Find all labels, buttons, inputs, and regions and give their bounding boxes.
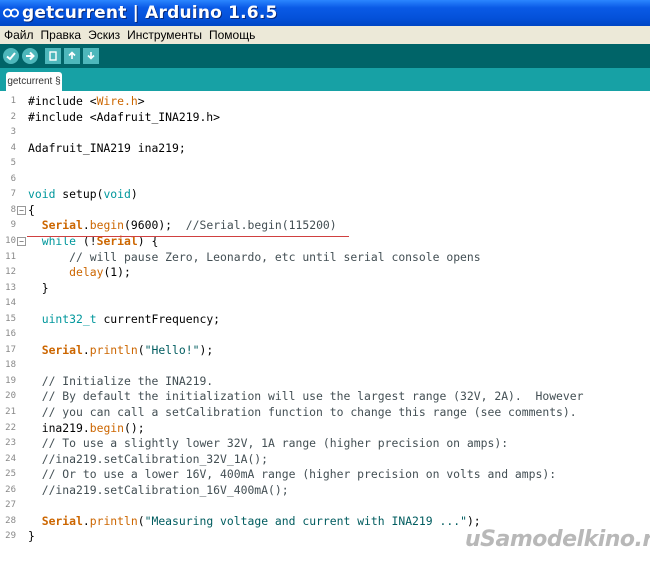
code-line[interactable]: 19 // Initialize the INA219. [0,373,650,389]
code-line[interactable]: 23 // To use a slightly lower 32V, 1A ra… [0,435,650,451]
code-text: #include <Adafruit_INA219.h> [28,109,221,124]
code-text: Serial.begin(9600); //Serial.begin(11520… [41,218,337,233]
code-text: // Initialize the INA219. [41,373,214,388]
code-line[interactable]: 2 #include <Adafruit_INA219.h> [0,109,650,125]
code-line[interactable]: 18 [0,357,650,373]
arduino-logo-icon [3,5,19,21]
code-text: Serial.println("Measuring voltage and cu… [41,513,481,528]
menu-help[interactable]: Помощь [205,28,258,42]
line-number: 9 [10,220,16,231]
code-line[interactable]: 20 // By default the initialization will… [0,388,650,404]
line-number: 27 [5,500,16,511]
code-text: // you can call a setCalibration functio… [41,405,577,419]
line-number: 5 [10,158,16,169]
line-number: 23 [5,438,16,449]
code-editor[interactable]: 1 #include <Wire.h> 2 #include <Adafruit_IN… [0,91,650,569]
fold-toggle-icon[interactable]: − [17,236,26,246]
code-text: //ina219.setCalibration_32V_1A(); [41,451,269,466]
line-number: 2 [10,111,16,122]
line-number: 17 [5,344,16,355]
line-number: 15 [5,313,16,324]
code-line[interactable]: 25 // Or to use a lower 16V, 400mA range… [0,466,650,482]
line-number: 18 [5,360,16,371]
code-line[interactable]: 8−{ [0,202,650,218]
menu-bar: Файл Правка Эскиз Инструменты Помощь [0,26,650,44]
new-icon[interactable] [45,48,61,64]
code-line[interactable]: 6 [0,171,650,187]
code-line[interactable]: 5 [0,155,650,171]
line-number: 29 [5,531,16,542]
code-text: } [28,280,49,295]
title-bar: getcurrent | Arduino 1.6.5 [0,0,650,26]
line-number: 1 [10,96,16,106]
line-number: 28 [5,515,16,526]
line-number: 3 [10,127,16,138]
line-number: 21 [5,407,16,417]
code-line[interactable]: 9 Serial.begin(9600); //Serial.begin(115… [0,217,650,233]
code-line[interactable]: 3 [0,124,650,140]
watermark: uSamodelkino.ru [465,527,650,552]
menu-edit[interactable]: Правка [37,28,85,42]
line-number: 12 [5,267,16,278]
code-text: //ina219.setCalibration_16V_400mA(); [41,482,289,497]
code-text: // To use a slightly lower 32V, 1A range… [41,436,509,451]
menu-file[interactable]: Файл [0,28,37,42]
toolbar [0,44,650,68]
fold-toggle-icon[interactable]: − [17,205,26,215]
code-line[interactable]: 15 uint32_t currentFrequency; [0,311,650,327]
open-icon[interactable] [64,48,80,64]
code-line[interactable]: 13 } [0,280,650,296]
code-text: #include <Wire.h> [28,94,145,108]
code-line[interactable]: 11 // will pause Zero, Leonardo, etc unt… [0,249,650,265]
code-text: Serial.println("Hello!"); [41,342,214,357]
code-line[interactable]: 24 //ina219.setCalibration_32V_1A(); [0,451,650,467]
tab-getcurrent[interactable]: getcurrent § [6,72,62,91]
code-text: } [28,529,35,544]
code-line[interactable]: 1 #include <Wire.h> [0,93,650,109]
save-icon[interactable] [83,48,99,64]
code-line[interactable]: 12 delay(1); [0,264,650,280]
menu-tools[interactable]: Инструменты [123,28,205,42]
window-title: getcurrent | Arduino 1.6.5 [22,3,278,23]
code-text: void setup(void) [28,187,138,202]
line-number: 13 [5,282,16,293]
verify-icon[interactable] [3,48,19,64]
code-line[interactable]: 27 [0,497,650,513]
code-text: delay(1); [69,265,131,280]
code-line[interactable]: 26 //ina219.setCalibration_16V_400mA(); [0,482,650,498]
code-line[interactable]: 7 void setup(void) [0,186,650,202]
tab-bar: getcurrent § [0,68,650,91]
code-text: ina219.begin(); [28,420,145,435]
code-line[interactable]: 14 [0,295,650,311]
line-number: 8 [10,204,16,215]
line-number: 16 [5,329,16,340]
line-number: 7 [10,189,16,200]
line-number: 19 [5,375,16,386]
line-number: 25 [5,469,16,480]
code-line[interactable]: 17 Serial.println("Hello!"); [0,342,650,358]
line-number: 20 [5,391,16,402]
code-text: uint32_t currentFrequency; [41,311,221,326]
code-line[interactable]: 4 Adafruit_INA219 ina219; [0,140,650,156]
code-text: { [28,202,35,217]
code-text: // Or to use a lower 16V, 400mA range (h… [41,467,557,482]
upload-icon[interactable] [22,48,38,64]
code-line[interactable]: 22 ina219.begin(); [0,420,650,436]
line-number: 4 [10,142,16,153]
line-number: 14 [5,298,16,309]
code-text: // By default the initialization will us… [41,389,584,404]
line-number: 10 [5,235,16,246]
line-number: 24 [5,453,16,464]
code-text: Adafruit_INA219 ina219; [28,140,186,155]
code-text: // will pause Zero, Leonardo, etc until … [69,249,481,264]
code-line[interactable]: 16 [0,326,650,342]
red-underline [27,236,349,237]
line-number: 26 [5,484,16,495]
line-number: 22 [5,422,16,433]
line-number: 6 [10,173,16,184]
line-number: 11 [5,251,16,262]
code-line[interactable]: 21 // you can call a setCalibration func… [0,404,650,420]
menu-sketch[interactable]: Эскиз [84,28,123,42]
